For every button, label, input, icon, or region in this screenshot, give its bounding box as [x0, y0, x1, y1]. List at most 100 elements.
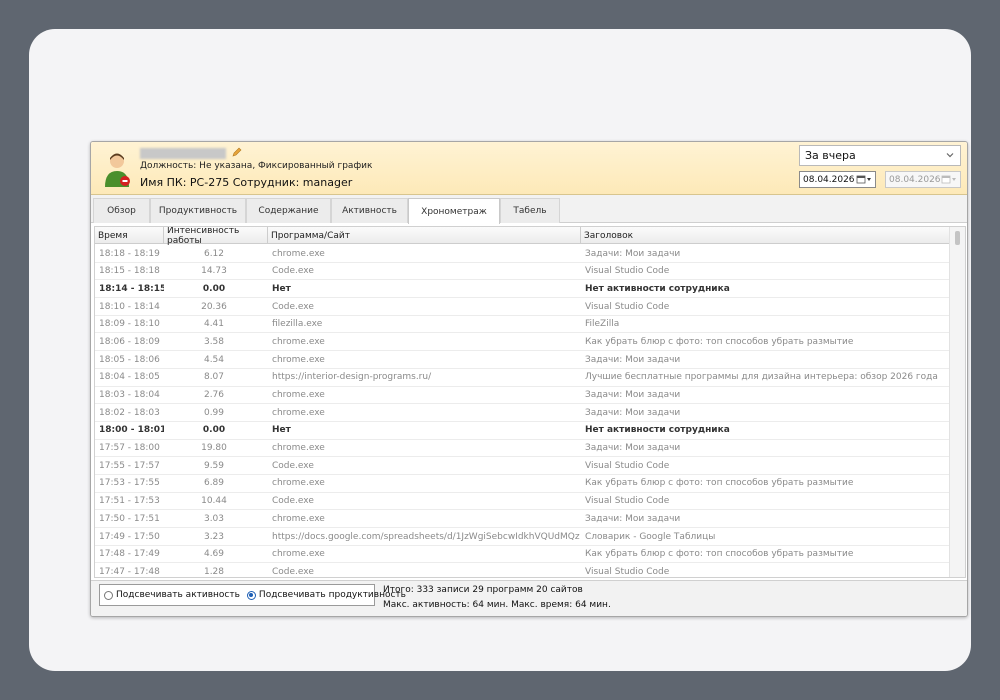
table-row[interactable]: 17:49 - 17:50 3.23 https://docs.google.com…	[95, 528, 949, 546]
summary-max: Макс. активность: 64 мин. Макс. время: 6…	[383, 600, 611, 610]
card-background: Должность: Не указана, Фиксированный гра…	[29, 29, 971, 671]
cell-intensity: 3.03	[203, 513, 225, 524]
cell-program: chrome.exe	[272, 336, 325, 347]
timekeeping-table: Время Интенсивность работы Программа/Сай…	[94, 226, 966, 578]
table-row[interactable]: 18:05 - 18:06 4.54 chrome.exe Задачи: Мои з…	[95, 351, 949, 369]
table-row[interactable]: 18:02 - 18:03 0.99 chrome.exe Задачи: Мои з…	[95, 404, 949, 422]
cell-title: FileZilla	[585, 319, 620, 330]
cell-intensity: 0.99	[203, 407, 225, 418]
period-dropdown[interactable]: За вчера	[799, 145, 961, 166]
cell-program: chrome.exe	[272, 407, 325, 418]
cell-time: 17:50 - 17:51	[99, 513, 160, 524]
table-row[interactable]: 18:18 - 18:19 6.12 chrome.exe Задачи: Мои з…	[95, 245, 949, 263]
cell-time: 18:10 - 18:14	[99, 301, 160, 312]
cell-program: Code.exe	[272, 566, 314, 577]
table-row[interactable]: 18:06 - 18:09 3.58 chrome.exe Как убрать бл…	[95, 333, 949, 352]
cell-title: Задачи: Мои задачи	[585, 248, 681, 259]
cell-title: Нет активности сотрудника	[585, 425, 730, 436]
scrollbar-thumb[interactable]	[955, 231, 960, 245]
cell-program: Нет	[272, 425, 291, 436]
cell-intensity: 14.73	[201, 266, 227, 277]
cell-time: 18:05 - 18:06	[99, 354, 160, 365]
employee-pc-info: Имя ПК: PC-275 Сотрудник: manager	[140, 176, 353, 189]
cell-intensity: 9.59	[203, 460, 225, 471]
tab-activity[interactable]: Активность	[331, 198, 408, 223]
cell-title: Visual Studio Code	[585, 460, 670, 471]
cell-program: Нет	[272, 283, 291, 294]
cell-program: chrome.exe	[272, 248, 325, 259]
cell-intensity: 6.89	[203, 478, 225, 489]
column-header-intensity[interactable]: Интенсивность работы	[164, 227, 268, 246]
cell-time: 18:18 - 18:19	[99, 248, 160, 259]
date-to-value: 08.04.2026	[889, 174, 941, 185]
radio-highlight-productivity[interactable]	[246, 590, 256, 600]
tab-content[interactable]: Содержание	[246, 198, 331, 223]
cell-intensity: 10.44	[201, 496, 227, 507]
cell-time: 17:51 - 17:53	[99, 496, 160, 507]
cell-title: Как убрать блюр с фото: топ способов убр…	[585, 478, 854, 489]
column-header-time[interactable]: Время	[95, 227, 164, 244]
table-row[interactable]: 18:04 - 18:05 8.07 https://interior-design…	[95, 369, 949, 387]
cell-intensity: 8.07	[203, 372, 225, 383]
table-row[interactable]: 17:50 - 17:51 3.03 chrome.exe Задачи: Мои з…	[95, 510, 949, 528]
cell-intensity: 20.36	[201, 301, 227, 312]
vertical-scrollbar[interactable]	[949, 227, 965, 577]
table-row[interactable]: 18:03 - 18:04 2.76 chrome.exe Задачи: Мои з…	[95, 387, 949, 405]
cell-intensity: 3.23	[203, 531, 225, 542]
table-row[interactable]: 17:53 - 17:55 6.89 chrome.exe Как убрать бл…	[95, 475, 949, 493]
cell-title: Лучшие бесплатные программы для дизайна …	[585, 372, 938, 383]
cell-program: chrome.exe	[272, 443, 325, 454]
radio-highlight-activity[interactable]	[104, 590, 113, 600]
table-row[interactable]: 17:48 - 17:49 4.69 chrome.exe Как убрать бл…	[95, 546, 949, 564]
cell-title: Нет активности сотрудника	[585, 283, 730, 294]
cell-intensity: 19.80	[201, 443, 227, 454]
tab-timekeeping[interactable]: Хронометраж	[408, 198, 500, 224]
tab-overview[interactable]: Обзор	[93, 198, 150, 223]
cell-time: 18:00 - 18:01	[99, 425, 164, 436]
column-header-title[interactable]: Заголовок	[581, 227, 949, 244]
table-row[interactable]: 18:14 - 18:15 0.00 Нет Нет активности сотру…	[95, 280, 949, 299]
cell-program: https://docs.google.com/spreadsheets/d/1…	[272, 531, 580, 542]
cell-time: 18:15 - 18:18	[99, 266, 160, 277]
radio-highlight-activity-label[interactable]: Подсвечивать активность	[116, 590, 240, 600]
pencil-edit-icon[interactable]	[231, 146, 243, 158]
table-row[interactable]: 17:47 - 17:48 1.28 Code.exe Visual Studio C…	[95, 563, 949, 577]
table-row[interactable]: 18:10 - 18:14 20.36 Code.exe Visual Studio …	[95, 298, 949, 316]
table-row[interactable]: 17:57 - 18:00 19.80 chrome.exe Задачи: Мои …	[95, 440, 949, 458]
app-window: Должность: Не указана, Фиксированный гра…	[90, 141, 968, 617]
cell-intensity: 6.12	[203, 248, 225, 259]
cell-time: 17:48 - 17:49	[99, 549, 160, 560]
cell-title: Visual Studio Code	[585, 496, 670, 507]
cell-title: Visual Studio Code	[585, 266, 670, 277]
cell-intensity: 0.00	[202, 425, 226, 436]
table-row[interactable]: 17:51 - 17:53 10.44 Code.exe Visual Studio …	[95, 493, 949, 511]
tab-productivity[interactable]: Продуктивность	[150, 198, 246, 223]
cell-intensity: 0.00	[202, 283, 226, 294]
employee-header: Должность: Не указана, Фиксированный гра…	[91, 142, 967, 195]
column-header-program[interactable]: Программа/Сайт	[268, 227, 581, 244]
cell-time: 17:47 - 17:48	[99, 566, 160, 577]
summary-totals: Итого: 333 записи 29 программ 20 сайтов	[383, 585, 583, 595]
cell-title: Задачи: Мои задачи	[585, 443, 681, 454]
cell-program: Code.exe	[272, 460, 314, 471]
table-row[interactable]: 18:09 - 18:10 4.41 filezilla.exe FileZilla	[95, 316, 949, 334]
cell-program: https://interior-design-programs.ru/	[272, 372, 432, 383]
chevron-down-icon	[946, 153, 954, 158]
cell-program: chrome.exe	[272, 354, 325, 365]
cell-intensity: 1.28	[203, 566, 225, 577]
table-row[interactable]: 18:00 - 18:01 0.00 Нет Нет активности сотру…	[95, 422, 949, 440]
date-from-field[interactable]: 08.04.2026	[799, 171, 876, 188]
table-row[interactable]: 18:15 - 18:18 14.73 Code.exe Visual Studio …	[95, 263, 949, 281]
cell-time: 17:53 - 17:55	[99, 478, 160, 489]
cell-title: Задачи: Мои задачи	[585, 407, 681, 418]
tab-timesheet[interactable]: Табель	[500, 198, 560, 223]
cell-time: 18:02 - 18:03	[99, 407, 160, 418]
highlight-mode-group: Подсвечивать активность Подсвечивать про…	[99, 584, 406, 606]
employee-position: Должность: Не указана, Фиксированный гра…	[140, 161, 373, 171]
cell-time: 17:49 - 17:50	[99, 531, 160, 542]
cell-title: Задачи: Мои задачи	[585, 354, 681, 365]
calendar-dropdown-icon[interactable]	[855, 174, 873, 185]
cell-intensity: 3.58	[203, 336, 225, 347]
table-row[interactable]: 17:55 - 17:57 9.59 Code.exe Visual Studio C…	[95, 457, 949, 475]
cell-title: Задачи: Мои задачи	[585, 513, 681, 524]
